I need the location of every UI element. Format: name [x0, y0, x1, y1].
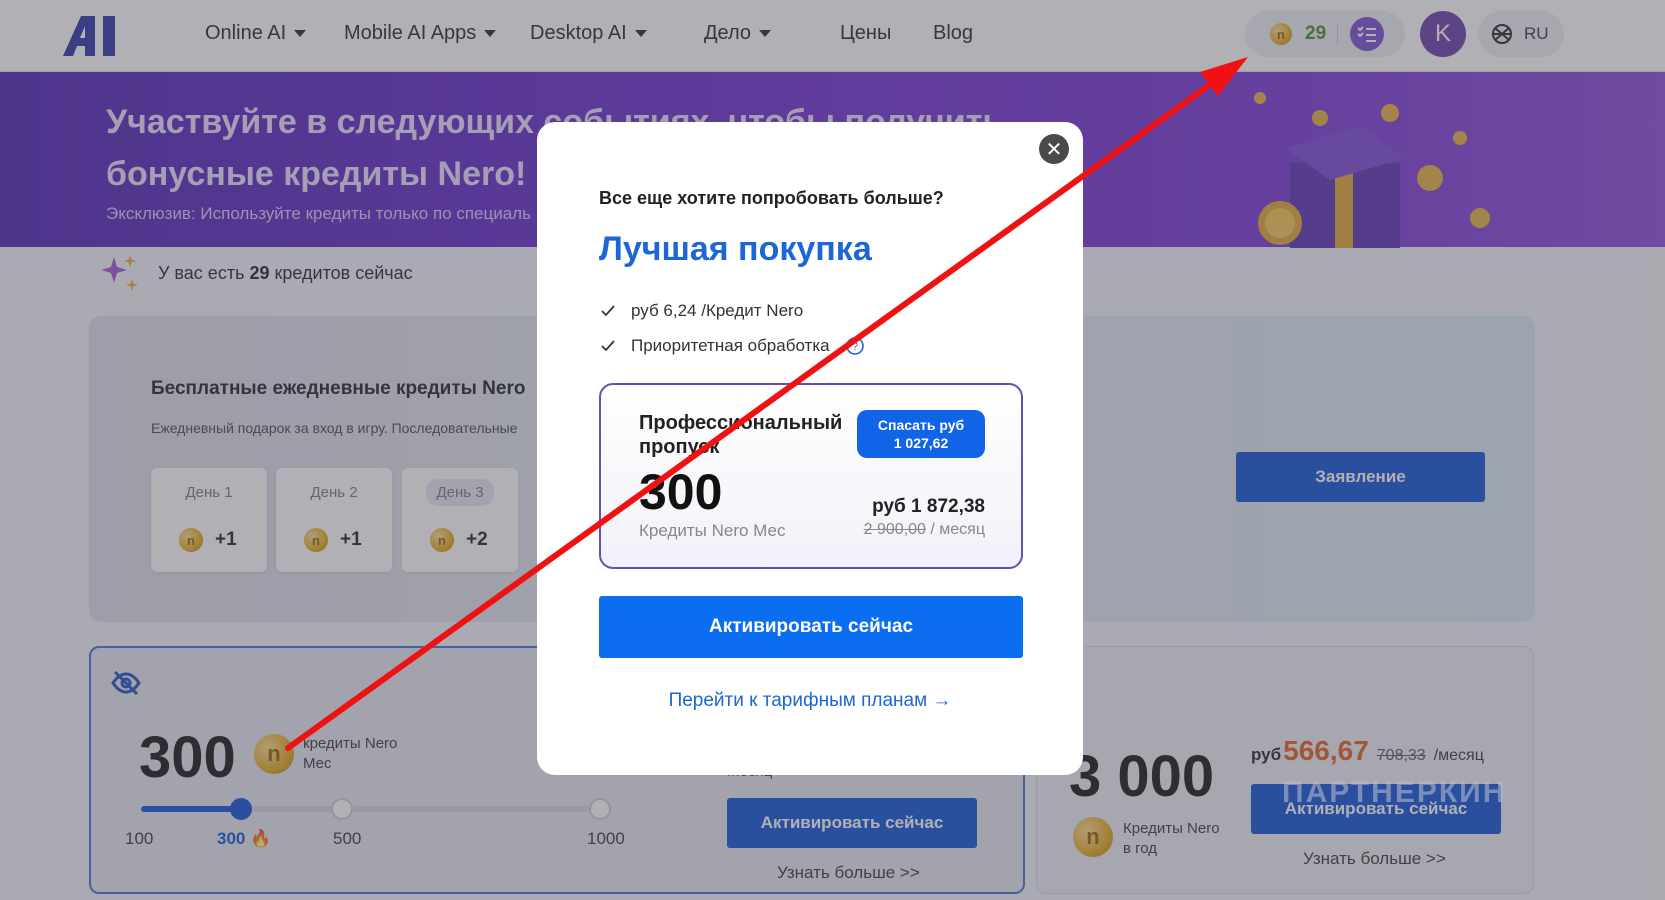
help-icon[interactable]: ?	[845, 337, 864, 355]
activate-now-button[interactable]: Активировать сейчас	[599, 596, 1023, 658]
pro-pass-plan[interactable]: Профессиональный пропуск Спасать руб 1 02…	[599, 383, 1023, 569]
plan-price: руб 1 872,38	[872, 496, 985, 517]
plan-title: Профессиональный пропуск	[639, 412, 843, 458]
modal-question: Все еще хотите попробовать больше?	[599, 188, 944, 208]
upsell-modal: ✕ Все еще хотите попробовать больше? Луч…	[537, 122, 1083, 775]
plan-amount: 300	[639, 464, 723, 520]
check-icon	[601, 305, 615, 317]
svg-text:?: ?	[852, 341, 858, 353]
watermark: ПАРТНЕРКИН	[1282, 776, 1507, 809]
pricing-plans-link[interactable]: Перейти к тарифным планам →	[537, 690, 1083, 712]
close-icon[interactable]: ✕	[1039, 134, 1069, 164]
check-icon	[601, 340, 615, 352]
save-badge: Спасать руб 1 027,62	[857, 410, 985, 458]
plan-old-price: 2 900,00 / месяц	[863, 521, 985, 538]
plan-unit: Кредиты Nero Мес	[639, 521, 786, 540]
feature-item: Приоритетная обработка ?	[601, 336, 864, 356]
feature-item: руб 6,24 /Кредит Nero	[601, 301, 803, 321]
modal-headline: Лучшая покупка	[599, 230, 872, 268]
